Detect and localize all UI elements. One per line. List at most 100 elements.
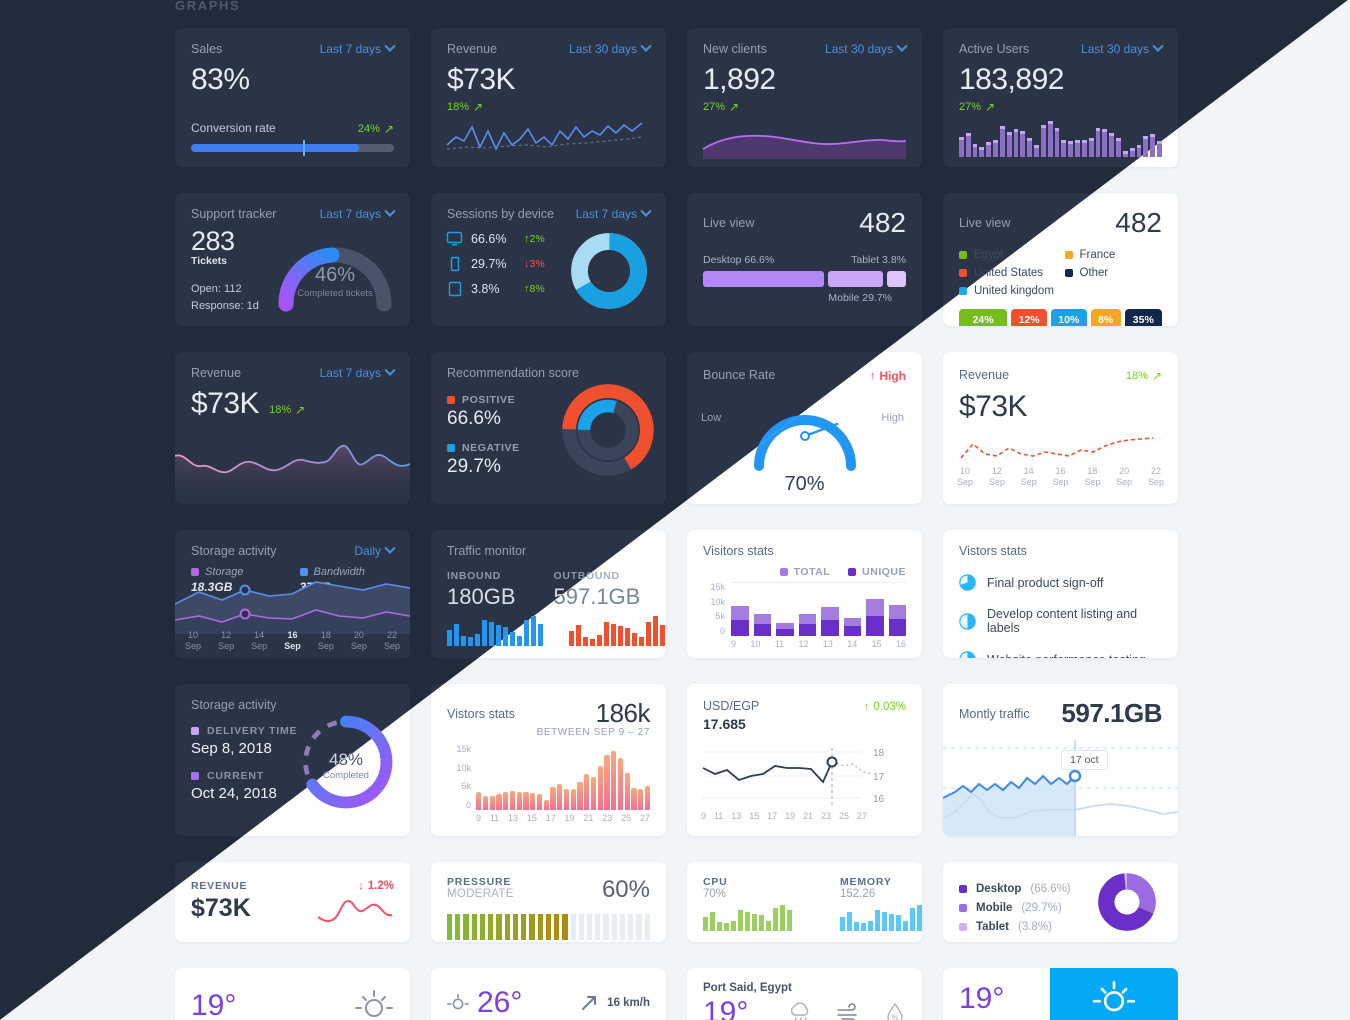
bar [523, 792, 529, 810]
wind-direction-icon [582, 996, 597, 1010]
percent-chip: 8% [1090, 309, 1121, 326]
axis-tick: 0 [719, 625, 725, 636]
pressure-segment [636, 914, 642, 940]
axis-tick: 0 [465, 799, 471, 810]
bar-segment [776, 628, 794, 636]
bar [461, 636, 466, 646]
list-item[interactable]: Website performance testing [959, 651, 1162, 658]
bar [590, 638, 595, 646]
inbound-value: 180GB [447, 584, 516, 609]
pressure-segment [479, 914, 486, 940]
bar [550, 786, 556, 810]
bar [617, 758, 623, 810]
axis-tick: 10k [710, 596, 725, 607]
pressure-segment [496, 914, 502, 940]
revenue-range-dropdown[interactable]: Last 30 days [569, 40, 652, 56]
legend-percent: (29.7%) [1021, 902, 1062, 914]
bar [917, 905, 922, 931]
axis-tick: 5k [461, 781, 471, 792]
axis-tick: 21 [583, 813, 594, 823]
card-cpu-memory: CPU 70% MEMORY 152.26 [687, 862, 922, 942]
bar [597, 634, 602, 646]
axis-tick: 22 Sep [1147, 466, 1164, 488]
percent-chip: 35% [1124, 309, 1162, 326]
usd-x-axis: 9 11 13 15 17 19 21 23 25 27 [701, 811, 867, 822]
gauge-percent: 46% [314, 264, 356, 286]
bar [1088, 137, 1094, 157]
bar [557, 784, 563, 810]
bar [625, 628, 630, 646]
traffic-value: 597.1GB [1061, 698, 1162, 728]
recommendation-label: POSITIVE [462, 394, 516, 406]
axis-tick: 10 Sep [957, 466, 974, 488]
active-users-range-dropdown[interactable]: Last 30 days [1080, 40, 1164, 56]
active-users-value: 183,892 [959, 63, 1064, 96]
inbound-block: INBOUND 180GB [447, 570, 516, 610]
usd-line-chart: 18 17 16 [701, 748, 885, 806]
list-item[interactable]: Final product sign-off [959, 574, 1162, 591]
bar-segment [821, 620, 839, 636]
legend-label: Tablet [976, 921, 1010, 933]
bar [903, 920, 908, 931]
bar [1027, 137, 1033, 157]
bar [889, 913, 894, 931]
card-support-tracker: Support tracker Last 7 days 283 Tickets … [175, 193, 410, 326]
bar [644, 786, 650, 810]
bar [538, 624, 543, 646]
device-delta: 2% [524, 233, 545, 245]
pressure-segment [603, 914, 609, 940]
revenue-value: $73K [447, 63, 516, 96]
new-clients-range-dropdown[interactable]: Last 30 days [825, 40, 908, 56]
legend-label: Egypt [974, 249, 1004, 261]
chevron-down-icon [384, 542, 396, 554]
axis-tick: 12 Sep [218, 630, 235, 652]
axis-tick: 14 Sep [251, 630, 268, 652]
bar [854, 922, 859, 931]
axis-tick: 21 [803, 811, 814, 822]
device-delta: 3% [524, 258, 545, 270]
pressure-segment [595, 914, 601, 940]
kpi-sparkline [317, 899, 393, 923]
axis-tick: 10 Sep [185, 630, 202, 652]
live-view-segments [703, 271, 906, 287]
card-weather-a: 19° [175, 968, 410, 1020]
storage-range-dropdown[interactable]: Daily [354, 542, 396, 558]
bar [798, 614, 816, 636]
pressure-segment [529, 914, 535, 940]
visitors-y-axis: 15k 10k 5k 0 [703, 582, 725, 636]
list-item[interactable]: Develop content listing and labels [959, 607, 1162, 635]
cpu-block: CPU 70% [703, 876, 792, 931]
card-visitors-gradient: Vistors stats 186k BETWEEN SEP 9 – 27 15… [431, 684, 666, 836]
bar [536, 793, 542, 810]
card-title: Vistors stats [959, 544, 1027, 558]
revenue-dark-range-dropdown[interactable]: Last 7 days [320, 364, 396, 380]
card-title: Revenue [447, 42, 498, 56]
sales-range-dropdown[interactable]: Last 7 days [320, 40, 396, 56]
mobile-icon [450, 256, 460, 272]
card-revenue-kpi: REVENUE $73K 1.2% [175, 862, 410, 942]
bar [861, 923, 866, 931]
axis-tick: 15 [871, 639, 882, 649]
dropdown-label: Last 30 days [1080, 42, 1149, 56]
active-users-delta: 27% [959, 100, 995, 114]
card-title: Storage activity [191, 698, 277, 712]
bar [503, 791, 509, 810]
sessions-range-dropdown[interactable]: Last 7 days [576, 205, 652, 221]
kpi-value: $73K [191, 894, 251, 922]
support-range-dropdown[interactable]: Last 7 days [320, 205, 396, 221]
bounce-status: High [870, 369, 906, 383]
bar [882, 911, 887, 931]
pressure-segment [619, 914, 626, 940]
chevron-down-icon [384, 364, 396, 376]
card-title: New clients [703, 42, 767, 56]
usd-delta: 0.03% [864, 701, 906, 713]
desktop-share-label: Desktop 66.6% [703, 254, 775, 266]
bar-segment [798, 624, 816, 636]
sales-value: 83% [191, 63, 250, 96]
bar [840, 917, 845, 931]
device-donut [1098, 873, 1156, 931]
bar [638, 789, 644, 810]
bar [847, 911, 852, 931]
bar-segment [866, 615, 884, 636]
kpi-delta: 1.2% [358, 880, 394, 892]
